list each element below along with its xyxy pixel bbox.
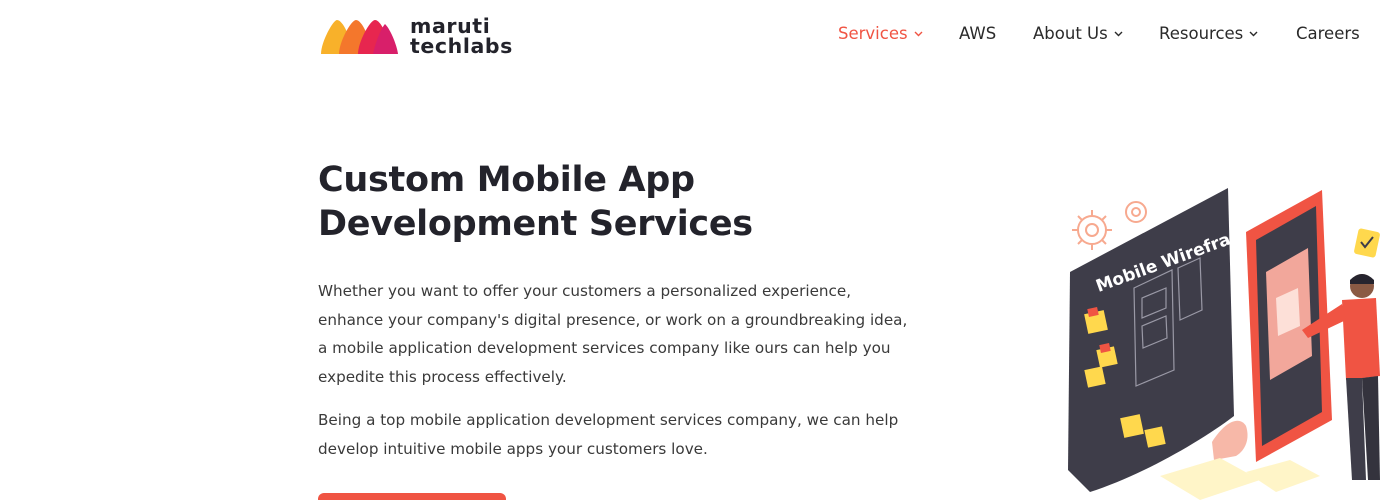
cta-button[interactable] bbox=[318, 493, 506, 500]
main-nav: Services AWS About Us Resources Careers bbox=[0, 24, 1400, 48]
chevron-down-icon bbox=[1249, 31, 1258, 37]
chevron-down-icon bbox=[1114, 31, 1123, 37]
mobile-wireframe-illustration: Mobile Wireframe bbox=[1050, 180, 1400, 500]
nav-services[interactable]: Services bbox=[838, 24, 923, 43]
hero-paragraph-2: Being a top mobile application developme… bbox=[318, 411, 899, 458]
nav-careers-label: Careers bbox=[1296, 24, 1360, 43]
page-title-line1: Custom Mobile App bbox=[318, 160, 695, 200]
nav-services-label: Services bbox=[838, 24, 908, 43]
nav-about-us[interactable]: About Us bbox=[1033, 24, 1123, 43]
nav-aws[interactable]: AWS bbox=[959, 24, 996, 43]
page-title: Custom Mobile App Development Services bbox=[318, 158, 878, 246]
chevron-down-icon bbox=[914, 31, 923, 37]
hero-paragraph-1: Whether you want to offer your customers… bbox=[318, 282, 908, 386]
page-title-line2: Development Services bbox=[318, 204, 753, 244]
nav-aws-label: AWS bbox=[959, 24, 997, 43]
nav-resources[interactable]: Resources bbox=[1159, 24, 1258, 43]
nav-about-label: About Us bbox=[1033, 24, 1108, 43]
nav-careers[interactable]: Careers bbox=[1296, 24, 1360, 43]
nav-resources-label: Resources bbox=[1159, 24, 1244, 43]
